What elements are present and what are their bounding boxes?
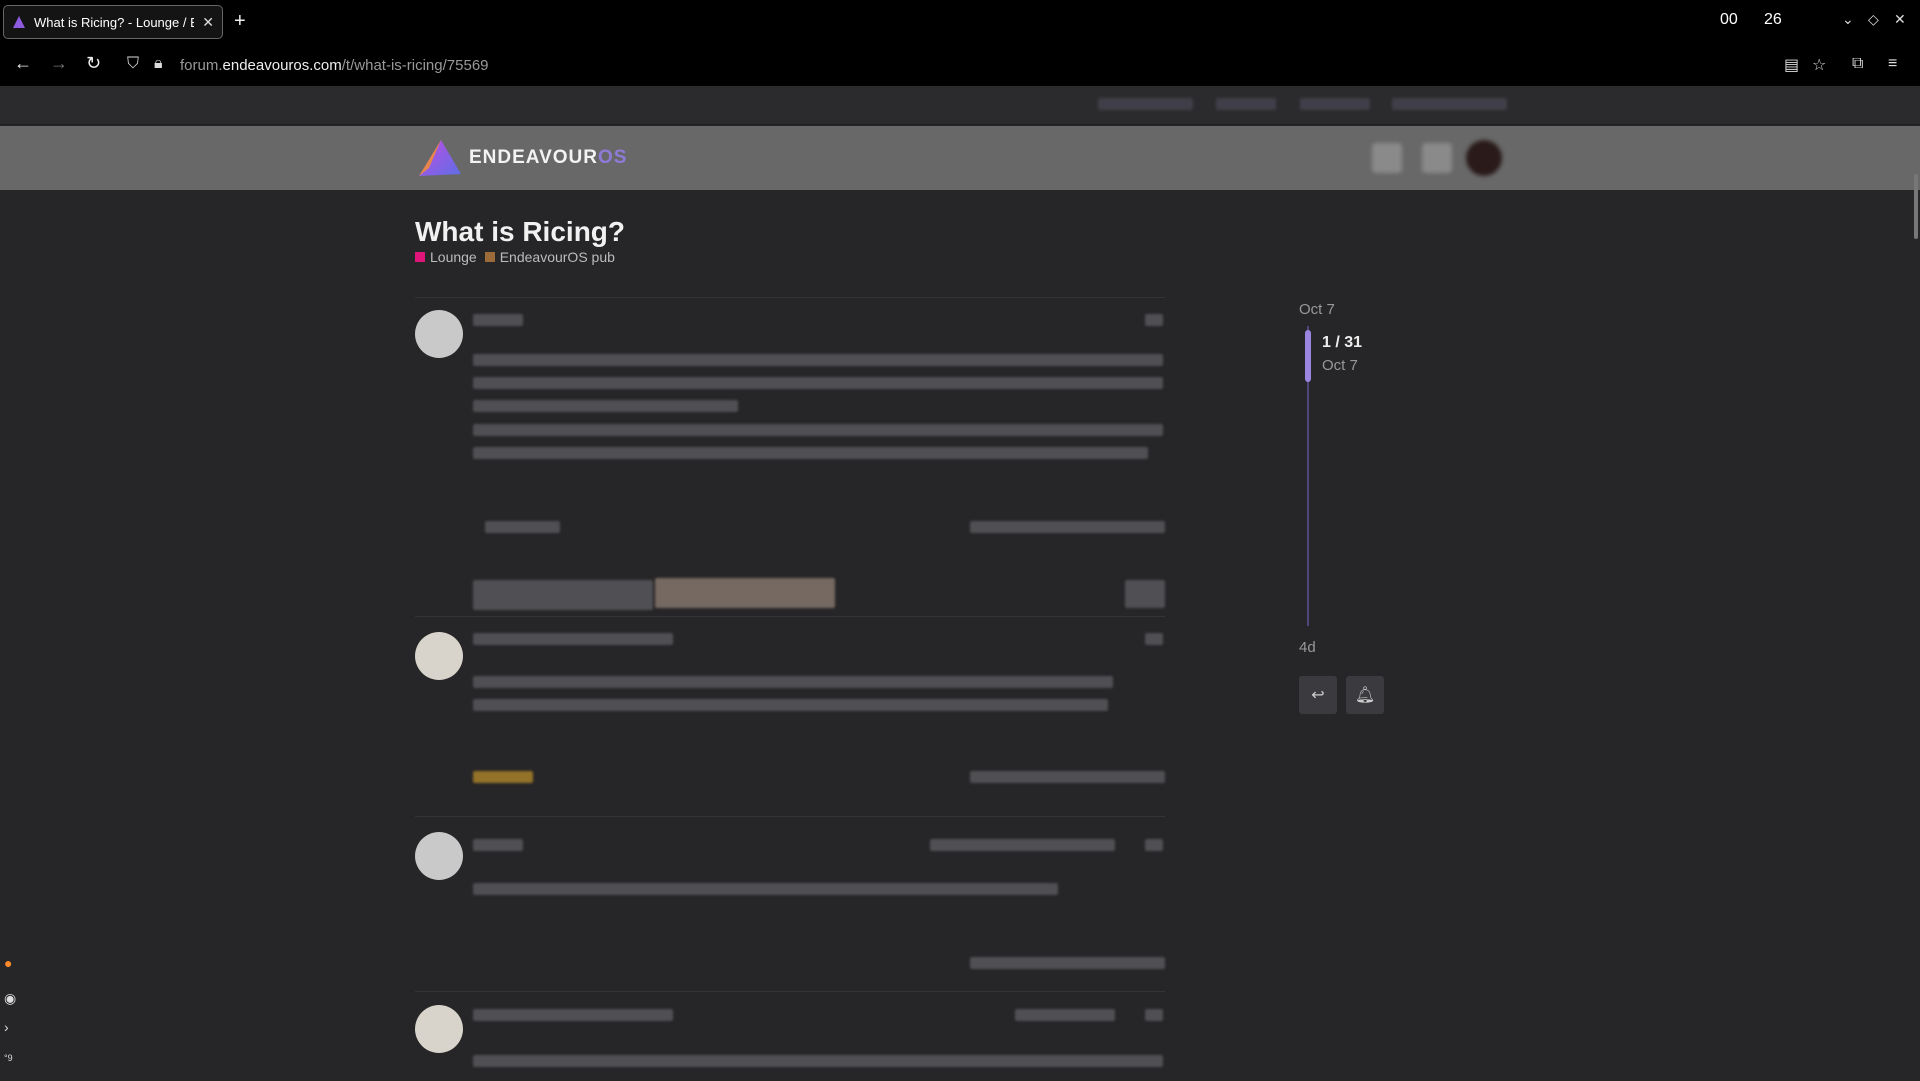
page-content: ENDEAVOUROS What is Ricing? Lounge Endea… — [0, 86, 1920, 1080]
post-author — [473, 633, 673, 645]
tab-close-icon[interactable]: ✕ — [202, 14, 214, 31]
post-actions[interactable] — [970, 521, 1165, 533]
timeline-end-date[interactable]: 4d — [1299, 639, 1316, 656]
chevron-down-icon[interactable]: ⌄ — [1842, 11, 1854, 28]
forward-icon[interactable]: → — [50, 53, 68, 74]
post-stats — [473, 580, 653, 610]
post-text — [473, 447, 1148, 459]
site-header — [0, 126, 1920, 190]
reply-to — [1015, 1009, 1115, 1021]
post-links — [1125, 580, 1165, 608]
category-list: Lounge EndeavourOS pub — [415, 249, 615, 265]
timeline-position: 1 / 31 — [1322, 334, 1363, 351]
blurred-link[interactable] — [1392, 98, 1507, 110]
post — [415, 297, 1165, 647]
reply-to — [930, 839, 1115, 851]
clock-hours: 00 — [1720, 11, 1738, 28]
post-date — [1145, 314, 1163, 326]
dots-icon[interactable]: °9 — [4, 1053, 13, 1063]
chevron-right-icon[interactable]: › — [4, 1019, 9, 1035]
lock-icon: 🔒︎ — [154, 55, 163, 72]
blurred-link[interactable] — [1216, 98, 1276, 110]
post-date — [1145, 633, 1163, 645]
participant-avatars — [655, 578, 835, 608]
notification-button[interactable]: 🔔︎ — [1346, 676, 1384, 714]
page-title[interactable]: What is Ricing? — [415, 216, 625, 248]
category-color-icon — [484, 252, 495, 262]
endeavouros-logo-icon — [419, 140, 461, 176]
browser-tab[interactable]: What is Ricing? - Lounge / E ✕ — [3, 5, 223, 39]
new-tab-button[interactable]: + — [234, 10, 246, 33]
post — [415, 991, 1165, 1081]
replies-toggle[interactable] — [485, 521, 560, 533]
avatar[interactable] — [1466, 140, 1502, 176]
blurred-link[interactable] — [1300, 98, 1370, 110]
steam-icon[interactable]: ◉ — [4, 990, 16, 1007]
post-text — [473, 699, 1108, 711]
timeline-handle[interactable] — [1305, 330, 1311, 382]
reply-icon: ↩ — [1311, 687, 1325, 704]
post-text — [473, 1055, 1163, 1067]
reactions[interactable] — [473, 771, 533, 783]
url-bar[interactable]: forum.endeavouros.com/t/what-is-ricing/7… — [180, 57, 489, 74]
maximize-icon[interactable]: ◇ — [1868, 11, 1879, 28]
blurred-link[interactable] — [1098, 98, 1193, 110]
post-text — [473, 354, 1163, 366]
url-host: endeavouros.com — [222, 57, 342, 74]
close-window-icon[interactable]: ✕ — [1894, 11, 1906, 28]
post-text — [473, 676, 1113, 688]
post-actions[interactable] — [970, 957, 1165, 969]
timeline-position-date: Oct 7 — [1322, 357, 1358, 374]
top-strip — [0, 86, 1920, 125]
tab-bar: What is Ricing? - Lounge / E ✕ + 00 26 ⌄… — [0, 0, 1920, 45]
category-pub[interactable]: EndeavourOS pub — [484, 249, 615, 265]
clock-minutes: 26 — [1764, 11, 1782, 28]
post-text — [473, 377, 1163, 389]
avatar[interactable] — [415, 832, 463, 880]
tab-title: What is Ricing? - Lounge / E — [34, 14, 195, 30]
post — [415, 616, 1165, 816]
reload-icon[interactable]: ↻ — [86, 53, 101, 74]
avatar[interactable] — [415, 1005, 463, 1053]
url-prefix: forum. — [180, 57, 223, 74]
url-path: /t/what-is-ricing/75569 — [341, 57, 489, 74]
extensions-icon[interactable]: ⧉ — [1852, 55, 1870, 73]
post-text — [473, 883, 1058, 895]
menu-icon[interactable]: ≡ — [1888, 55, 1906, 73]
bell-icon: 🔔︎ — [1354, 687, 1376, 704]
category-lounge[interactable]: Lounge — [415, 249, 477, 265]
reply-button[interactable]: ↩ — [1299, 676, 1337, 714]
logo-text: ENDEAVOUROS — [469, 147, 628, 168]
site-logo[interactable]: ENDEAVOUROS — [415, 138, 627, 178]
firefox-icon[interactable]: ● — [4, 955, 12, 971]
endeavouros-favicon-icon — [13, 16, 25, 28]
avatar[interactable] — [415, 632, 463, 680]
post-actions[interactable] — [970, 771, 1165, 783]
back-icon[interactable]: ← — [14, 53, 32, 74]
post-author — [473, 314, 523, 326]
timeline-start-date[interactable]: Oct 7 — [1299, 301, 1335, 318]
bookmark-star-icon[interactable]: ☆ — [1812, 55, 1830, 74]
navigation-bar: ← → ↻ ⛉ 🔒︎ forum.endeavouros.com/t/what-… — [0, 45, 1920, 86]
category-color-icon — [415, 252, 425, 262]
menu-icon[interactable] — [1422, 143, 1452, 173]
post-date — [1145, 839, 1163, 851]
scrollbar[interactable] — [1914, 174, 1918, 239]
post-author — [473, 839, 523, 851]
reader-view-icon[interactable]: ▤ — [1784, 55, 1802, 74]
post-text — [473, 424, 1163, 436]
search-icon[interactable] — [1372, 143, 1402, 173]
post-text — [473, 400, 738, 412]
post — [415, 816, 1165, 991]
post-author — [473, 1009, 673, 1021]
avatar[interactable] — [415, 310, 463, 358]
shield-icon[interactable]: ⛉ — [127, 55, 145, 73]
post-date — [1145, 1009, 1163, 1021]
